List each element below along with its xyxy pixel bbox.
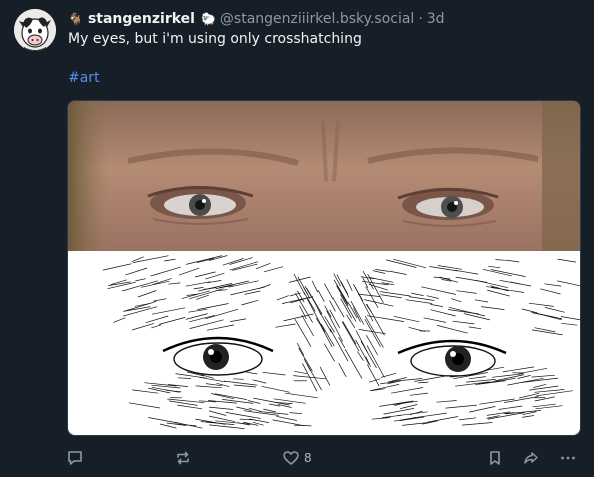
share-icon [524, 452, 538, 464]
like-button[interactable]: 8 [282, 448, 312, 468]
post: 🐐 stangenzirkel 🐑 @stangenziiirkel.bsky.… [0, 0, 594, 477]
separator-dot: · [418, 11, 423, 27]
avatar[interactable] [14, 9, 56, 51]
post-text: My eyes, but i'm using only crosshatchin… [68, 31, 362, 47]
post-header: 🐐 stangenzirkel 🐑 @stangenziiirkel.bsky.… [68, 9, 445, 29]
author-handle[interactable]: @stangenziiirkel.bsky.social [220, 11, 414, 27]
cow-avatar-icon [14, 9, 56, 51]
repost-icon [177, 451, 189, 465]
repost-button[interactable] [174, 448, 192, 468]
crosshatch-drawing [68, 251, 580, 435]
heart-icon [283, 451, 299, 465]
bookmark-button[interactable] [486, 448, 504, 468]
bookmark-icon [490, 451, 500, 465]
like-count: 8 [304, 451, 312, 465]
post-timestamp[interactable]: 3d [427, 11, 445, 27]
author-display-name[interactable]: stangenzirkel [88, 11, 195, 27]
reply-button[interactable] [66, 448, 84, 468]
post-actions: 8 [66, 448, 580, 468]
reply-icon [68, 451, 82, 465]
hashtag-link[interactable]: #art [68, 70, 100, 86]
name-emoji: 🐐 [68, 12, 83, 26]
handle-emoji: 🐑 [200, 12, 216, 26]
more-icon [561, 456, 575, 460]
share-button[interactable] [522, 448, 540, 468]
more-button[interactable] [559, 448, 577, 468]
post-image[interactable] [67, 100, 581, 436]
photo-of-eyes [68, 101, 580, 251]
